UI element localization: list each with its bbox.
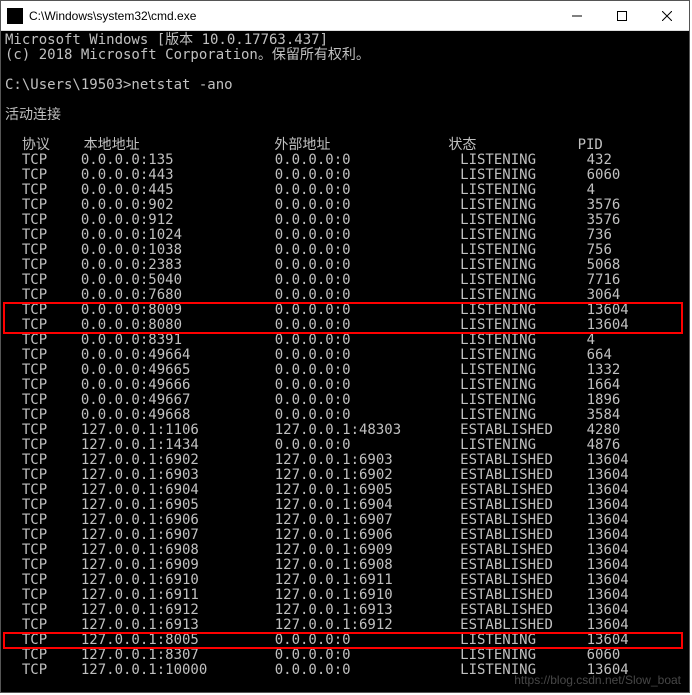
netstat-row: TCP 127.0.0.1:6903 127.0.0.1:6902 ESTABL… xyxy=(5,468,685,483)
netstat-row: TCP 127.0.0.1:6905 127.0.0.1:6904 ESTABL… xyxy=(5,498,685,513)
netstat-row: TCP 0.0.0.0:8391 0.0.0.0:0 LISTENING 4 xyxy=(5,333,685,348)
netstat-row: TCP 0.0.0.0:8080 0.0.0.0:0 LISTENING 136… xyxy=(5,318,685,333)
netstat-row: TCP 127.0.0.1:6910 127.0.0.1:6911 ESTABL… xyxy=(5,573,685,588)
minimize-button[interactable] xyxy=(554,1,599,31)
term-line: C:\Users\19503>netstat -ano xyxy=(5,78,685,93)
netstat-row: TCP 0.0.0.0:2383 0.0.0.0:0 LISTENING 506… xyxy=(5,258,685,273)
netstat-row: TCP 127.0.0.1:6911 127.0.0.1:6910 ESTABL… xyxy=(5,588,685,603)
netstat-row: TCP 127.0.0.1:6904 127.0.0.1:6905 ESTABL… xyxy=(5,483,685,498)
netstat-row: TCP 0.0.0.0:1024 0.0.0.0:0 LISTENING 736 xyxy=(5,228,685,243)
term-line: Microsoft Windows [版本 10.0.17763.437] xyxy=(5,33,685,48)
term-line xyxy=(5,123,685,138)
netstat-row: TCP 127.0.0.1:1434 0.0.0.0:0 LISTENING 4… xyxy=(5,438,685,453)
term-line: (c) 2018 Microsoft Corporation。保留所有权利。 xyxy=(5,48,685,63)
watermark: https://blog.csdn.net/Slow_boat xyxy=(514,672,681,688)
cmd-window: C:\Windows\system32\cmd.exe Microsoft Wi… xyxy=(0,0,690,693)
netstat-row: TCP 0.0.0.0:5040 0.0.0.0:0 LISTENING 771… xyxy=(5,273,685,288)
netstat-row: TCP 0.0.0.0:135 0.0.0.0:0 LISTENING 432 xyxy=(5,153,685,168)
term-line xyxy=(5,63,685,78)
netstat-row: TCP 0.0.0.0:49667 0.0.0.0:0 LISTENING 18… xyxy=(5,393,685,408)
netstat-row: TCP 0.0.0.0:7680 0.0.0.0:0 LISTENING 306… xyxy=(5,288,685,303)
cmd-icon xyxy=(7,8,23,24)
netstat-row: TCP 0.0.0.0:49665 0.0.0.0:0 LISTENING 13… xyxy=(5,363,685,378)
netstat-row: TCP 127.0.0.1:1106 127.0.0.1:48303 ESTAB… xyxy=(5,423,685,438)
netstat-row: TCP 0.0.0.0:912 0.0.0.0:0 LISTENING 3576 xyxy=(5,213,685,228)
netstat-row: TCP 127.0.0.1:6912 127.0.0.1:6913 ESTABL… xyxy=(5,603,685,618)
netstat-row: TCP 127.0.0.1:8307 0.0.0.0:0 LISTENING 6… xyxy=(5,648,685,663)
netstat-row: TCP 0.0.0.0:902 0.0.0.0:0 LISTENING 3576 xyxy=(5,198,685,213)
netstat-row: TCP 127.0.0.1:6909 127.0.0.1:6908 ESTABL… xyxy=(5,558,685,573)
netstat-row: TCP 0.0.0.0:445 0.0.0.0:0 LISTENING 4 xyxy=(5,183,685,198)
netstat-row: TCP 0.0.0.0:8009 0.0.0.0:0 LISTENING 136… xyxy=(5,303,685,318)
maximize-button[interactable] xyxy=(599,1,644,31)
netstat-row: TCP 127.0.0.1:6902 127.0.0.1:6903 ESTABL… xyxy=(5,453,685,468)
netstat-row: TCP 0.0.0.0:443 0.0.0.0:0 LISTENING 6060 xyxy=(5,168,685,183)
window-title: C:\Windows\system32\cmd.exe xyxy=(29,9,554,23)
netstat-row: TCP 0.0.0.0:49666 0.0.0.0:0 LISTENING 16… xyxy=(5,378,685,393)
column-header: 协议 本地地址 外部地址 状态 PID xyxy=(5,138,685,153)
term-line: 活动连接 xyxy=(5,108,685,123)
netstat-row: TCP 127.0.0.1:6906 127.0.0.1:6907 ESTABL… xyxy=(5,513,685,528)
netstat-row: TCP 127.0.0.1:6908 127.0.0.1:6909 ESTABL… xyxy=(5,543,685,558)
netstat-row: TCP 127.0.0.1:6913 127.0.0.1:6912 ESTABL… xyxy=(5,618,685,633)
terminal-output[interactable]: Microsoft Windows [版本 10.0.17763.437](c)… xyxy=(1,31,689,692)
netstat-row: TCP 0.0.0.0:1038 0.0.0.0:0 LISTENING 756 xyxy=(5,243,685,258)
netstat-row: TCP 0.0.0.0:49668 0.0.0.0:0 LISTENING 35… xyxy=(5,408,685,423)
netstat-row: TCP 0.0.0.0:49664 0.0.0.0:0 LISTENING 66… xyxy=(5,348,685,363)
netstat-row: TCP 127.0.0.1:8005 0.0.0.0:0 LISTENING 1… xyxy=(5,633,685,648)
close-button[interactable] xyxy=(644,1,689,31)
title-bar[interactable]: C:\Windows\system32\cmd.exe xyxy=(1,1,689,31)
term-line xyxy=(5,93,685,108)
netstat-row: TCP 127.0.0.1:6907 127.0.0.1:6906 ESTABL… xyxy=(5,528,685,543)
